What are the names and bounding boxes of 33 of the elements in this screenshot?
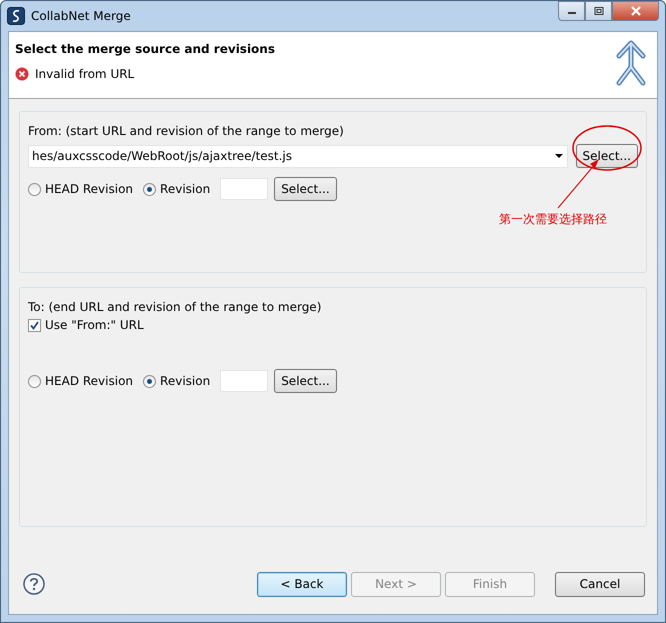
checkbox-label: Use "From:" URL [45,317,144,334]
url-combo[interactable]: hes/auxcsscode/WebRoot/js/ajaxtree/test.js [28,144,568,168]
maximize-button[interactable] [585,1,612,21]
select-button[interactable]: Select... [274,369,337,393]
dropdown-icon[interactable] [554,153,563,159]
radio-label: HEAD Revision [45,181,134,198]
help-icon[interactable] [23,573,45,595]
radio-button[interactable] [143,374,156,388]
radio-label: HEAD Revision [45,373,134,390]
error-message: Invalid from URL [35,66,134,83]
annotation-circle [572,125,642,171]
app-icon [7,7,25,25]
annotation-arrow [558,159,599,208]
checkbox[interactable] [28,318,41,332]
error-icon [15,67,29,81]
window-title: CollabNet Merge [31,8,131,25]
radio-button[interactable] [28,374,41,388]
revision-field[interactable] [220,370,268,392]
page-title: Select the merge source and revisions [15,41,276,58]
revision-field[interactable] [220,178,268,200]
maximize-icon [594,7,604,15]
radio-label: Revision [160,181,210,198]
close-icon [630,6,642,16]
radio-button[interactable] [28,182,41,196]
annotation-text: 第一次需要选择路径 [499,211,607,228]
minimize-button[interactable] [558,1,585,21]
radio-button[interactable] [143,182,156,196]
dialog-button[interactable]: Cancel [555,572,645,596]
dialog-button[interactable]: < Back [257,572,347,596]
radio-label: Revision [160,373,210,390]
select-button[interactable]: Select... [576,144,638,168]
close-button[interactable] [612,1,659,21]
select-button[interactable]: Select... [274,177,337,201]
